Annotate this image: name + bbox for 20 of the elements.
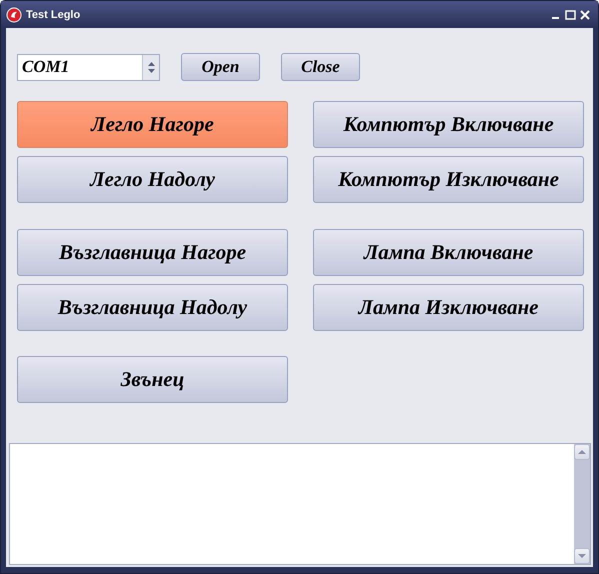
maximize-icon[interactable]	[565, 10, 576, 20]
command-button[interactable]: Звънец	[17, 356, 288, 403]
command-button[interactable]: Компютър Включване	[313, 101, 584, 148]
spinner-icon[interactable]	[148, 62, 154, 72]
scrollbar[interactable]	[574, 444, 590, 564]
command-button[interactable]: Легло Надолу	[17, 156, 288, 203]
scroll-up-icon[interactable]	[578, 450, 586, 454]
app-icon	[6, 6, 22, 22]
command-button[interactable]: Лампа Изключване	[313, 284, 584, 331]
port-button[interactable]: Close	[281, 53, 360, 81]
scroll-down-icon[interactable]	[578, 554, 586, 558]
command-button[interactable]: Възглавница Нагоре	[17, 229, 288, 276]
command-button[interactable]: Легло Нагоре	[17, 101, 288, 148]
command-button[interactable]: Лампа Включване	[313, 229, 584, 276]
window-title: Test Leglo	[26, 8, 82, 20]
port-dropdown[interactable]: COM1	[17, 54, 160, 80]
command-button[interactable]: Компютър Изключване	[313, 156, 584, 203]
port-button[interactable]: Open	[181, 53, 260, 81]
command-button[interactable]: Възглавница Надолу	[17, 284, 288, 331]
close-icon[interactable]	[580, 10, 590, 20]
